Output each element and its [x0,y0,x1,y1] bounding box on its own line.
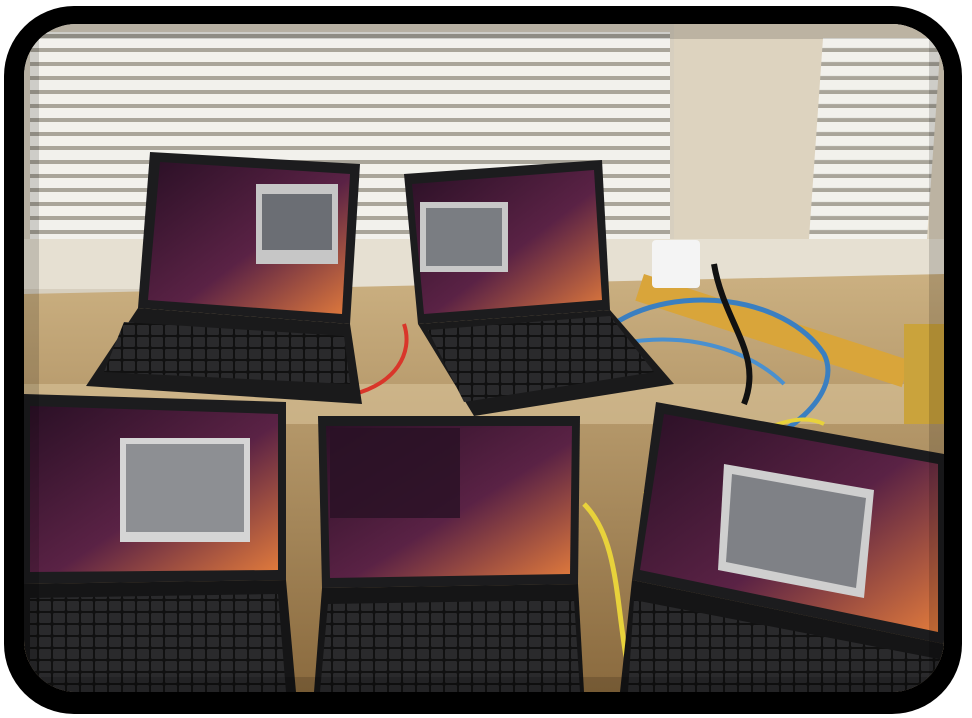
photo [24,24,944,692]
laptop-bottom-left [24,394,296,692]
charger [652,240,700,288]
photo-scene [24,24,944,692]
laptop-bottom-center [314,416,584,692]
laptop-bottom-right [620,402,944,692]
